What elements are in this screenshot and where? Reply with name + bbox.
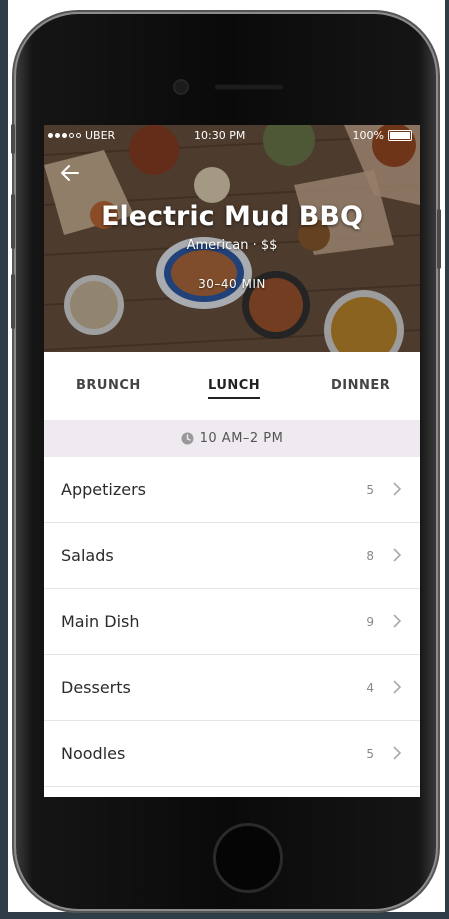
category-count: 5 (366, 483, 374, 497)
menu-category-desserts[interactable]: Desserts 4 (44, 655, 420, 721)
chevron-right-icon (393, 614, 402, 628)
delivery-eta: 30–40 MIN (198, 277, 266, 291)
menu-category-list: Appetizers 5 Salads 8 Main Dish 9 Desser… (44, 457, 420, 787)
chevron-right-icon (393, 548, 402, 562)
tab-brunch[interactable]: BRUNCH (76, 378, 141, 393)
menu-category-main-dish[interactable]: Main Dish 9 (44, 589, 420, 655)
clock-icon (181, 432, 194, 445)
category-count: 9 (366, 615, 374, 629)
chevron-right-icon (393, 746, 402, 760)
tab-dinner[interactable]: DINNER (331, 378, 390, 393)
category-label: Desserts (61, 678, 131, 697)
battery-percent: 100% (352, 129, 384, 142)
restaurant-name: Electric Mud BBQ (101, 201, 363, 232)
menu-category-noodles[interactable]: Noodles 5 (44, 721, 420, 787)
category-count: 5 (366, 747, 374, 761)
category-count: 4 (366, 681, 374, 695)
status-bar: UBER 10:30 PM 100% (44, 129, 420, 145)
front-camera (175, 81, 187, 93)
category-count: 8 (366, 549, 374, 563)
battery-status: 100% (353, 129, 412, 142)
cuisine-price: American · $$ (186, 238, 278, 253)
earpiece-speaker (214, 84, 284, 90)
menu-category-appetizers[interactable]: Appetizers 5 (44, 457, 420, 523)
back-arrow-icon[interactable] (60, 163, 80, 183)
home-button[interactable] (213, 823, 283, 893)
signal-carrier: UBER (48, 129, 115, 142)
battery-icon (388, 130, 412, 141)
meal-tabs: BRUNCH LUNCH DINNER (44, 352, 420, 420)
silent-switch (11, 124, 15, 154)
volume-down-button (11, 274, 15, 329)
chevron-right-icon (393, 482, 402, 496)
carrier-name: UBER (85, 129, 116, 142)
status-time: 10:30 PM (194, 129, 246, 142)
category-label: Main Dish (61, 612, 140, 631)
hours-bar: 10 AM–2 PM (44, 420, 420, 457)
hours-text: 10 AM–2 PM (199, 431, 284, 446)
category-label: Appetizers (61, 480, 146, 499)
volume-up-button (11, 194, 15, 249)
chevron-right-icon (393, 680, 402, 694)
hero-banner: UBER 10:30 PM 100% Electric Mud BBQ Amer… (44, 125, 420, 352)
app-screen: UBER 10:30 PM 100% Electric Mud BBQ Amer… (44, 125, 420, 797)
category-label: Salads (61, 546, 114, 565)
category-label: Noodles (61, 744, 126, 763)
signal-strength-icon (48, 133, 81, 138)
power-button (437, 209, 441, 269)
menu-category-salads[interactable]: Salads 8 (44, 523, 420, 589)
tab-lunch[interactable]: LUNCH (208, 378, 261, 399)
